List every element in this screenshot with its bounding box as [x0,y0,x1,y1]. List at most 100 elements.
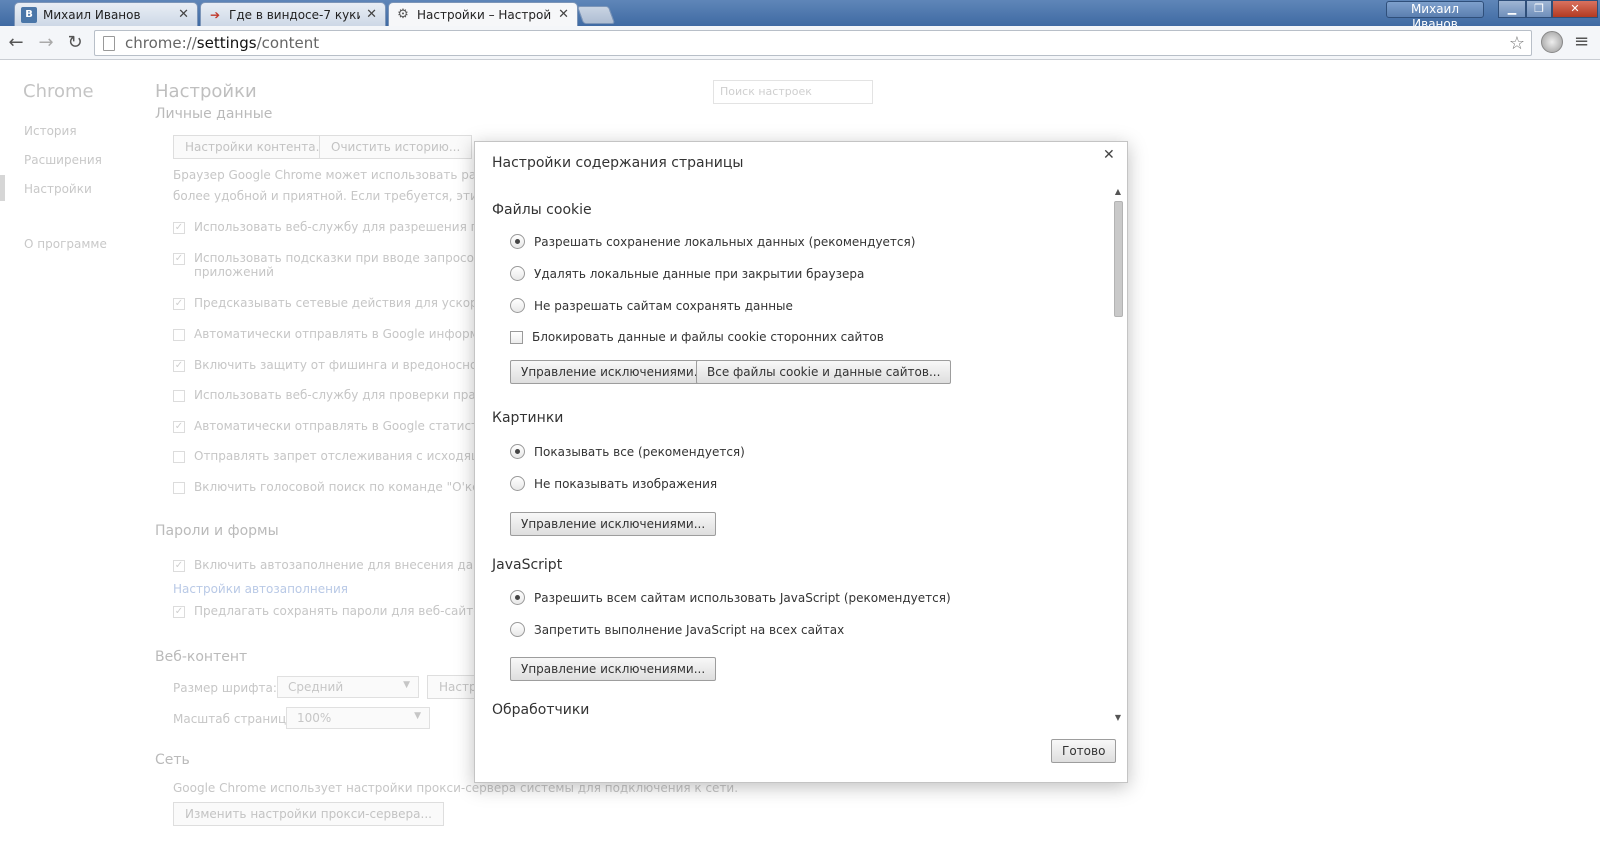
menu-icon[interactable]: ≡ [1574,31,1589,52]
page-zoom-select[interactable]: 100% ▼ [286,707,430,729]
font-size-label: Размер шрифта: [173,681,277,695]
privacy-checkbox[interactable]: ✓ Предсказывать сетевые действия для уско… [173,296,518,310]
privacy-checkbox[interactable]: Включить голосовой поиск по команде "О'к… [173,480,515,494]
page-zoom-label: Масштаб страницы: [173,712,300,726]
gear-icon: ⚙ [397,7,409,22]
close-icon[interactable]: ✕ [1103,147,1115,163]
javascript-heading: JavaScript [492,557,563,573]
tab-close-icon[interactable]: ✕ [366,7,377,22]
font-size-select[interactable]: Средний ▼ [277,676,419,698]
checkmark-icon: ✓ [173,606,185,618]
done-button[interactable]: Готово [1051,739,1117,763]
new-tab-button[interactable] [576,6,616,24]
radio-empty-icon [510,266,525,281]
dialog-body: Файлы cookie Разрешать сохранение локаль… [475,186,1129,726]
url-host: settings [196,34,257,52]
javascript-exceptions-button[interactable]: Управление исключениями... [510,657,717,681]
privacy-checkbox[interactable]: Использовать веб-службу для проверки пра… [173,388,512,402]
autofill-settings-link[interactable]: Настройки автозаполнения [173,582,348,596]
radio-empty-icon [510,622,525,637]
privacy-checkbox[interactable]: ✓ Включить защиту от фишинга и вредоносно… [173,358,513,372]
settings-search-input[interactable]: Поиск настроек [713,80,873,104]
customize-fonts-button[interactable]: Настро [427,675,475,699]
page-title: Настройки [155,81,257,102]
webcontent-heading: Веб-контент [155,649,248,665]
images-show-radio[interactable]: Показывать все (рекомендуется) [510,444,745,459]
scroll-thumb[interactable] [1114,201,1123,317]
handlers-heading: Обработчики [492,702,590,718]
toolbar: ← → ↻ chrome://settings/content ☆ ≡ [0,26,1600,60]
cookies-heading: Файлы cookie [492,202,592,218]
javascript-allow-radio[interactable]: Разрешить всем сайтам использовать JavaS… [510,590,951,605]
cookies-exceptions-button[interactable]: Управление исключениями... [510,360,717,384]
page-icon [103,35,115,51]
privacy-heading: Личные данные [155,106,273,122]
privacy-intro-line: более удобной и приятной. Если требуется… [173,189,522,203]
tab-label: Где в виндосе-7 куки? - I [229,7,360,22]
nav-about[interactable]: О программе [24,237,107,251]
images-exceptions-button[interactable]: Управление исключениями... [510,512,717,536]
tab-settings[interactable]: ⚙ Настройки – Настройки ✕ [388,2,578,26]
checkbox-empty-icon [173,482,185,494]
all-cookies-button[interactable]: Все файлы cookie и данные сайтов... [696,360,952,384]
title-bar: B Михаил Иванов ✕ ➔ Где в виндосе-7 куки… [0,0,1600,31]
cookies-block-radio[interactable]: Не разрешать сайтам сохранять данные [510,298,793,313]
scroll-down-icon[interactable]: ▼ [1112,712,1124,724]
checkbox-empty-icon [173,390,185,402]
dialog-scrollbar[interactable]: ▲ ▼ [1112,186,1124,724]
reload-button[interactable]: ↻ [63,31,87,55]
autofill-checkbox[interactable]: ✓ Включить автозаполнение для внесения да… [173,558,516,572]
checkbox-empty-icon [510,330,523,344]
javascript-block-radio[interactable]: Запретить выполнение JavaScript на всех … [510,622,844,637]
privacy-checkbox[interactable]: ✓ Использовать веб-службу для разрешения … [173,220,516,234]
checkmark-icon: ✓ [173,421,185,433]
extension-icon[interactable] [1541,31,1563,53]
tab-vk[interactable]: B Михаил Иванов ✕ [14,2,198,26]
maximize-button[interactable]: ❐ [1526,0,1552,18]
dialog-title: Настройки содержания страницы [492,155,744,171]
url-path: /content [256,34,320,52]
checkmark-icon: ✓ [173,298,185,310]
save-passwords-checkbox[interactable]: ✓ Предлагать сохранять пароли для веб-сай… [173,604,522,618]
nav-settings[interactable]: Настройки [24,182,92,196]
nav-history[interactable]: История [24,124,77,138]
checkmark-icon: ✓ [173,222,185,234]
clear-history-button[interactable]: Очистить историю... [319,135,473,159]
privacy-checkbox[interactable]: Автоматически отправлять в Google информ… [173,327,512,341]
images-heading: Картинки [492,410,564,426]
back-button[interactable]: ← [4,31,28,55]
bookmark-star-icon[interactable]: ☆ [1509,33,1525,54]
address-bar[interactable]: chrome://settings/content ☆ [94,30,1532,56]
content-settings-button[interactable]: Настройки контента... [173,135,340,159]
cookies-session-radio[interactable]: Удалять локальные данные при закрытии бр… [510,266,864,281]
checkmark-icon: ✓ [173,560,185,572]
images-block-radio[interactable]: Не показывать изображения [510,476,717,491]
block-third-party-checkbox[interactable]: Блокировать данные и файлы cookie сторон… [510,330,884,344]
profile-badge[interactable]: Михаил Иванов [1386,1,1484,31]
close-window-button[interactable]: ✕ [1552,0,1598,18]
minimize-button[interactable]: ▁ [1498,0,1526,18]
scroll-up-icon[interactable]: ▲ [1112,186,1124,198]
proxy-settings-button[interactable]: Изменить настройки прокси-сервера... [173,802,444,826]
nav-extensions[interactable]: Расширения [24,153,102,167]
checkbox-empty-icon [173,329,185,341]
tab-close-icon[interactable]: ✕ [558,7,569,22]
cookies-allow-radio[interactable]: Разрешать сохранение локальных данных (р… [510,234,915,249]
brand-title: Chrome [23,81,94,102]
checkmark-icon: ✓ [173,360,185,372]
content-settings-dialog: Настройки содержания страницы ✕ Файлы co… [474,141,1128,783]
radio-selected-icon [510,234,525,249]
privacy-checkbox[interactable]: ✓ Автоматически отправлять в Google стати… [173,419,518,433]
dropdown-arrow-icon: ▼ [403,680,410,690]
privacy-checkbox[interactable]: Отправлять запрет отслеживания с исходящ… [173,449,525,463]
tab-answers[interactable]: ➔ Где в виндосе-7 куки? - I ✕ [200,2,386,26]
tab-label: Настройки – Настройки [417,7,553,22]
privacy-checkbox[interactable]: ✓ Использовать подсказки при вводе запрос… [173,251,514,279]
forward-button[interactable]: → [34,31,58,55]
passwords-heading: Пароли и формы [155,523,279,539]
checkbox-empty-icon [173,451,185,463]
tab-close-icon[interactable]: ✕ [178,7,189,22]
nav-selected-marker [0,175,5,201]
vk-icon: B [21,6,37,23]
radio-empty-icon [510,476,525,491]
